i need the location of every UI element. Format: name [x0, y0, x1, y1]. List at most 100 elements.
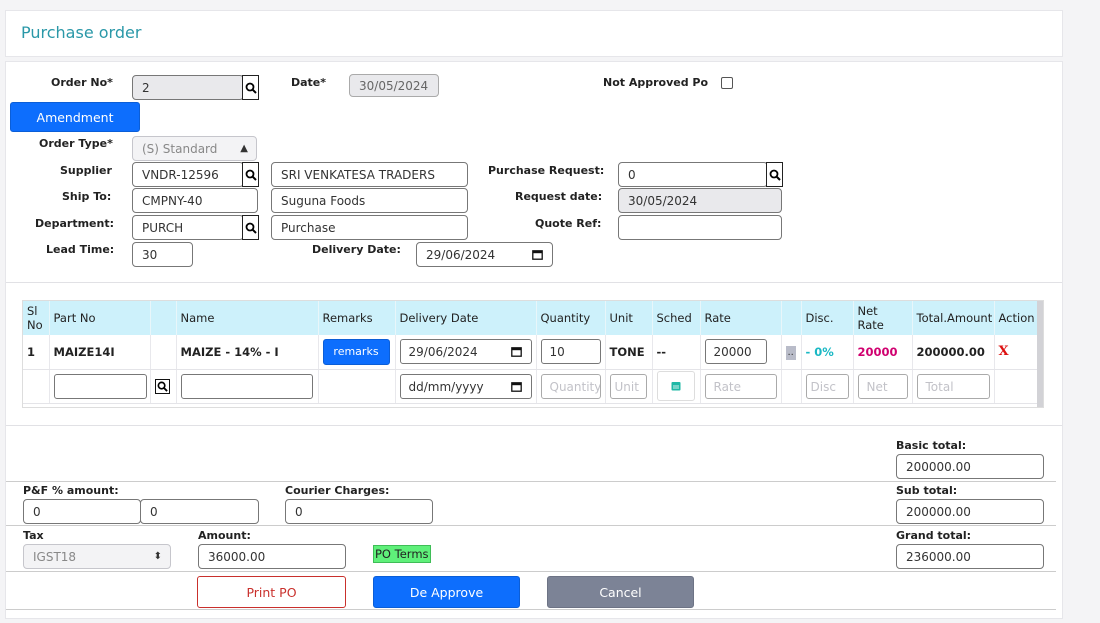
delivery-date-label: Delivery Date: — [312, 243, 401, 256]
supplier-search-button[interactable] — [242, 162, 259, 187]
order-type-select[interactable]: (S) Standard ▲ — [132, 136, 257, 161]
title-card: Purchase order — [5, 10, 1063, 57]
new-rate-field[interactable]: Rate — [704, 373, 777, 399]
part-search-button[interactable] — [154, 378, 170, 394]
new-name-field[interactable] — [180, 373, 313, 399]
not-approved-checkbox[interactable] — [721, 77, 733, 89]
col-sl: Sl No — [23, 301, 50, 335]
new-quantity-cell: Quantity — [536, 369, 606, 404]
new-row-sl — [23, 369, 50, 404]
amount-label: Amount: — [198, 529, 251, 542]
col-action: Action — [994, 301, 1038, 335]
row-net-rate: 20000 — [853, 335, 913, 370]
order-type-value: (S) Standard — [142, 142, 218, 156]
col-quantity: Quantity — [536, 301, 606, 335]
new-disc-field[interactable]: Disc — [805, 373, 849, 399]
remarks-button[interactable]: remarks — [322, 338, 390, 365]
schedule-button[interactable] — [656, 371, 695, 401]
row-sched: -- — [652, 335, 701, 370]
purchase-request-field[interactable]: 0 — [618, 162, 768, 187]
row-extra-cell: .. — [781, 335, 802, 370]
new-unit-field[interactable]: Unit — [609, 373, 647, 399]
row-rate-field[interactable]: 20000 — [704, 339, 767, 365]
ship-to-name-field[interactable]: Suguna Foods — [271, 188, 468, 213]
new-quantity-field[interactable]: Quantity — [540, 373, 601, 399]
new-part-no-field[interactable] — [53, 373, 147, 399]
page-title: Purchase order — [21, 23, 142, 42]
col-total: Total.Amount — [912, 301, 995, 335]
new-total-field[interactable]: Total — [916, 373, 990, 399]
pf-percent-field[interactable]: 0 — [23, 499, 141, 524]
department-code-field[interactable]: PURCH — [132, 215, 244, 240]
new-date-cell: dd/mm/yyyy — [395, 369, 537, 404]
lead-time-label: Lead Time: — [46, 243, 115, 256]
row-extra-button[interactable]: .. — [785, 345, 796, 360]
cancel-button[interactable]: Cancel — [547, 576, 694, 608]
row-part-no: MAIZE14I — [49, 335, 151, 370]
new-remarks-cell — [318, 369, 396, 404]
po-terms-button[interactable]: PO Terms — [373, 545, 431, 563]
row-divider — [6, 525, 1056, 526]
purchase-request-search-button[interactable] — [766, 162, 783, 187]
row-delivery-date-field[interactable]: 29/06/2024 — [399, 339, 532, 365]
row-disc: - 0% — [801, 335, 854, 370]
row-quantity-cell: 10 — [536, 335, 606, 370]
section-divider — [6, 282, 1062, 283]
department-name-field[interactable]: Purchase — [271, 215, 468, 240]
row-divider — [6, 609, 1056, 610]
order-no-field[interactable]: 2 — [132, 75, 244, 100]
supplier-name-field[interactable]: SRI VENKATESA TRADERS — [271, 162, 468, 187]
search-icon — [157, 381, 168, 392]
new-disc-cell: Disc — [801, 369, 854, 404]
tax-select[interactable]: IGST18 ⬍ — [23, 544, 171, 569]
request-date-field[interactable]: 30/05/2024 — [618, 188, 782, 213]
amendment-button[interactable]: Amendment — [10, 102, 140, 132]
sub-total-label: Sub total: — [896, 484, 958, 497]
department-search-button[interactable] — [242, 215, 259, 240]
date-label: Date* — [291, 76, 327, 89]
quote-ref-field[interactable] — [618, 215, 782, 240]
tax-amount-field[interactable]: 36000.00 — [198, 544, 346, 569]
row-quantity-field[interactable]: 10 — [540, 339, 601, 365]
new-net-cell: Net — [853, 369, 913, 404]
new-item-row: dd/mm/yyyy Quantity Unit Rate Disc Net T… — [23, 369, 1038, 404]
col-disc: Disc. — [801, 301, 854, 335]
ship-to-label: Ship To: — [62, 190, 112, 203]
ship-to-code-field[interactable]: CMPNY-40 — [132, 188, 258, 213]
table-scrollbar[interactable] — [1037, 301, 1043, 407]
de-approve-button[interactable]: De Approve — [373, 576, 520, 608]
calendar-icon — [532, 250, 543, 260]
delivery-date-field[interactable]: 29/06/2024 — [416, 242, 553, 267]
calendar-icon — [510, 347, 522, 358]
supplier-code-field[interactable]: VNDR-12596 — [132, 162, 244, 187]
col-rate: Rate — [700, 301, 782, 335]
calendar-icon — [671, 382, 680, 391]
department-label: Department: — [35, 217, 114, 230]
new-net-field[interactable]: Net — [857, 373, 908, 399]
grand-total-label: Grand total: — [896, 529, 972, 542]
courier-field[interactable]: 0 — [285, 499, 433, 524]
grand-total-field[interactable]: 236000.00 — [896, 544, 1044, 569]
not-approved-label: Not Approved Po — [603, 76, 709, 89]
new-delivery-date-field[interactable]: dd/mm/yyyy — [399, 373, 532, 399]
request-date-label: Request date: — [515, 190, 603, 203]
new-name-cell — [176, 369, 319, 404]
tax-value: IGST18 — [33, 550, 77, 564]
search-icon — [245, 222, 257, 234]
calendar-icon — [510, 381, 522, 392]
print-po-button[interactable]: Print PO — [197, 576, 346, 608]
basic-total-field[interactable]: 200000.00 — [896, 454, 1044, 479]
pf-amount-field[interactable]: 0 — [140, 499, 259, 524]
date-field[interactable]: 30/05/2024 — [349, 74, 439, 97]
row-unit: TONE — [605, 335, 653, 370]
new-part-search-cell — [150, 369, 177, 404]
supplier-label: Supplier — [60, 164, 112, 177]
lead-time-field[interactable]: 30 — [132, 242, 193, 267]
quote-ref-label: Quote Ref: — [535, 217, 602, 230]
col-blank — [150, 301, 177, 335]
row-divider — [6, 571, 1056, 572]
delete-row-button[interactable]: X — [994, 335, 1038, 370]
new-part-no-cell — [49, 369, 151, 404]
sub-total-field[interactable]: 200000.00 — [896, 499, 1044, 524]
order-no-search-button[interactable] — [242, 75, 259, 100]
